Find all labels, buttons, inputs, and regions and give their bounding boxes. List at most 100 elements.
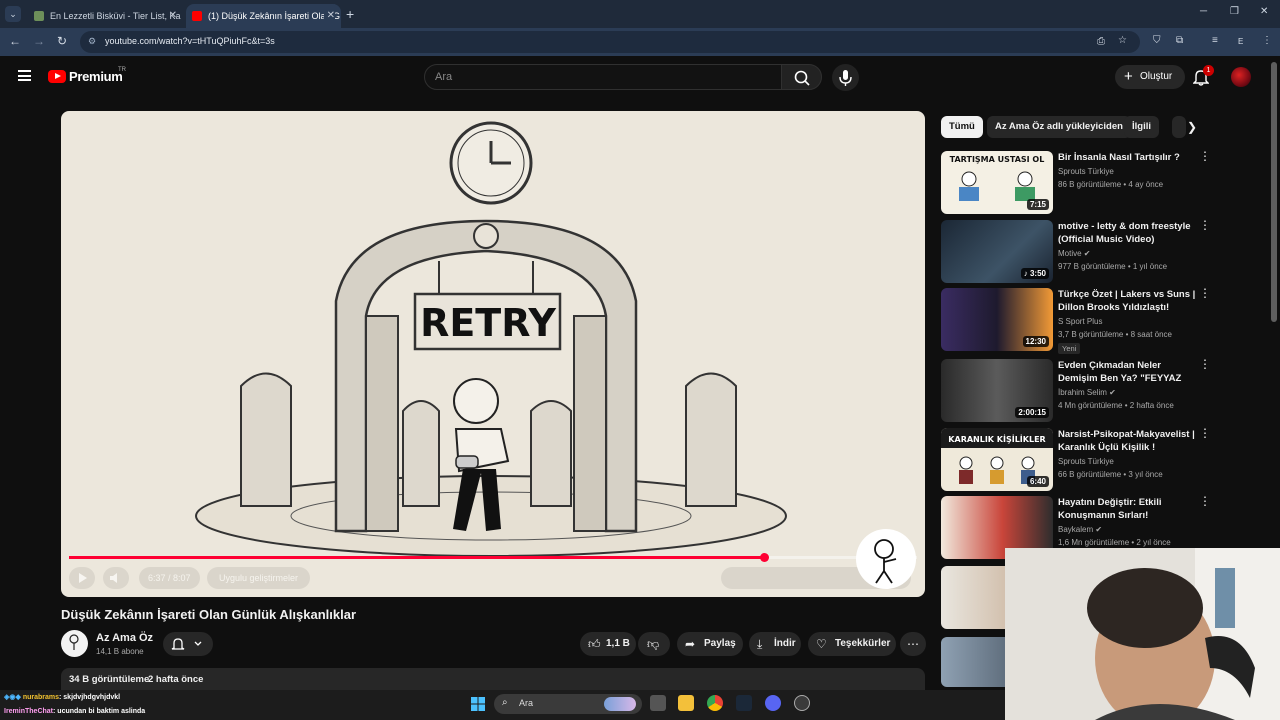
create-label: Oluştur: [1140, 71, 1173, 82]
more-vertical-icon[interactable]: ⋮: [1199, 495, 1211, 507]
like-button[interactable]: 👍︎ 1,1 B: [580, 632, 636, 656]
tab-search-button[interactable]: ⌄: [5, 6, 21, 22]
bookmark-star-icon[interactable]: ☆: [1118, 35, 1127, 46]
restore-icon[interactable]: ❐: [1230, 6, 1239, 17]
progress-played: [69, 556, 765, 559]
rec-title[interactable]: Hayatını Değiştir: Etkili Konuşmanın Sır…: [1058, 496, 1198, 522]
search-button[interactable]: [781, 64, 822, 90]
create-button[interactable]: + Oluştur: [1115, 65, 1185, 89]
minimize-icon[interactable]: ─: [1200, 6, 1207, 17]
close-window-icon[interactable]: ✕: [1260, 6, 1268, 17]
thumbs-up-icon: 👍︎: [588, 637, 601, 651]
chat-badge-icons: ◈◉◆: [4, 694, 21, 701]
chip-all[interactable]: Tümü: [941, 116, 983, 138]
rec-channel[interactable]: S Sport Plus: [1058, 317, 1102, 326]
channel-watermark[interactable]: [856, 529, 916, 589]
download-button[interactable]: ⤓ İndir: [749, 632, 801, 656]
extensions-icon[interactable]: ⧉: [1176, 35, 1183, 46]
rec-channel[interactable]: Baykalem ✔: [1058, 525, 1102, 534]
taskbar-search[interactable]: ⌕ Ara: [494, 694, 642, 714]
search-input[interactable]: [435, 71, 765, 83]
chat-username: IreminTheChat: [4, 708, 54, 715]
more-vertical-icon[interactable]: ⋮: [1199, 427, 1211, 439]
recommendation-item[interactable]: TARTIŞMA USTASI OL 7:15 Bir İnsanla Nası…: [941, 150, 1216, 215]
task-view-icon[interactable]: [650, 695, 666, 711]
video-duration: 6:40: [1026, 476, 1049, 487]
steam-icon[interactable]: [736, 695, 752, 711]
account-avatar[interactable]: [1231, 67, 1251, 87]
channel-avatar[interactable]: [61, 630, 88, 657]
video-thumbnail[interactable]: 2:00:15: [941, 359, 1053, 422]
file-explorer-icon[interactable]: [678, 695, 694, 711]
volume-button[interactable]: [103, 567, 129, 589]
rec-channel[interactable]: İbrahim Selim ✔: [1058, 388, 1116, 397]
rec-title[interactable]: Bir İnsanla Nasıl Tartışılır ?: [1058, 151, 1198, 164]
install-app-icon[interactable]: ⎙: [1097, 36, 1105, 47]
recommendation-item[interactable]: 12:30 Türkçe Özet | Lakers vs Suns | Dil…: [941, 287, 1216, 354]
close-tab-icon[interactable]: ✕: [323, 4, 335, 28]
play-button[interactable]: [69, 567, 95, 589]
video-thumbnail[interactable]: KARANLIK KİŞİLİKLER 6:40: [941, 428, 1053, 491]
app-icon[interactable]: [794, 695, 810, 711]
address-bar[interactable]: ⚙ youtube.com/watch?v=tHTuQPiuhFc&t=3s ⎙…: [80, 31, 1140, 53]
thanks-icon: ♡: [816, 637, 827, 651]
voice-search-button[interactable]: [832, 64, 859, 91]
back-icon[interactable]: ←: [9, 34, 21, 48]
notification-count-badge: 1: [1203, 65, 1214, 76]
recommendation-item[interactable]: KARANLIK KİŞİLİKLER 6:40 Narsist-Psikopa…: [941, 427, 1216, 492]
more-vertical-icon[interactable]: ⋮: [1199, 287, 1211, 299]
close-tab-icon[interactable]: ✕: [169, 4, 177, 28]
chip-overflow[interactable]: [1172, 116, 1186, 138]
reload-icon[interactable]: ↻: [57, 34, 67, 48]
tab-active[interactable]: (1) Düşük Zekânın İşareti Olan G ✕: [186, 4, 341, 28]
more-actions-button[interactable]: ⋯: [900, 632, 926, 656]
chip-from-uploader[interactable]: Az Ama Öz adlı yükleyiciden: [987, 116, 1131, 138]
rec-meta: 4 Mn görüntüleme • 2 hafta önce: [1058, 401, 1174, 410]
page-scrollbar[interactable]: [1271, 62, 1277, 322]
more-vertical-icon[interactable]: ⋮: [1199, 358, 1211, 370]
tab-inactive[interactable]: En Lezzetli Bisküvi - Tier List, Ka ✕: [28, 4, 183, 28]
new-tab-button[interactable]: +: [346, 6, 354, 22]
windows-start-icon[interactable]: [471, 697, 485, 711]
more-vertical-icon[interactable]: ⋮: [1199, 219, 1211, 231]
chip-related[interactable]: İlgili: [1124, 116, 1159, 138]
progress-bar[interactable]: [69, 553, 917, 562]
rec-channel[interactable]: Motive ✔: [1058, 249, 1091, 258]
rec-title[interactable]: Türkçe Özet | Lakers vs Suns | Dillon Br…: [1058, 288, 1198, 314]
rec-channel[interactable]: Sprouts Türkiye: [1058, 167, 1114, 176]
tab-title: (1) Düşük Zekânın İşareti Olan G: [208, 11, 341, 21]
thanks-button[interactable]: ♡ Teşekkürler: [808, 632, 896, 656]
menu-icon[interactable]: [18, 70, 31, 81]
share-icon: ➦: [685, 637, 696, 651]
discord-icon[interactable]: [765, 695, 781, 711]
video-thumbnail[interactable]: ♪ 3:50: [941, 220, 1053, 283]
video-thumbnail[interactable]: 12:30: [941, 288, 1053, 351]
video-thumbnail[interactable]: TARTIŞMA USTASI OL 7:15: [941, 151, 1053, 214]
chrome-icon[interactable]: [707, 695, 723, 711]
rec-channel[interactable]: Sprouts Türkiye: [1058, 457, 1114, 466]
browser-menu-icon[interactable]: ⋮: [1262, 35, 1272, 46]
description-box[interactable]: 34 B görüntüleme 2 hafta önce: [61, 668, 925, 690]
profile-button[interactable]: E: [1238, 37, 1243, 46]
media-control-icon[interactable]: ≡: [1212, 35, 1218, 46]
youtube-logo-icon[interactable]: [48, 70, 66, 83]
recommendation-item[interactable]: 2:00:15 Evden Çıkmadan Neler Demişim Ben…: [941, 358, 1216, 423]
more-vertical-icon[interactable]: ⋮: [1199, 150, 1211, 162]
forward-icon[interactable]: →: [33, 34, 45, 48]
recommendation-item[interactable]: ♪ 3:50 motive - letty & dom freestyle (O…: [941, 219, 1216, 284]
channel-name[interactable]: Az Ama Öz: [96, 632, 153, 644]
site-info-icon[interactable]: ⚙: [88, 36, 96, 47]
share-button[interactable]: ➦ Paylaş: [677, 632, 743, 656]
dislike-button[interactable]: 👎︎: [638, 632, 670, 656]
video-player[interactable]: RETRY 6:37 / 8:07 Uygulu geliştirmeler: [61, 111, 925, 597]
shield-extension-icon[interactable]: ⛉: [1153, 35, 1161, 46]
rec-title[interactable]: Evden Çıkmadan Neler Demişim Ben Ya? "FE…: [1058, 359, 1198, 385]
chevron-right-icon[interactable]: ❯: [1187, 120, 1197, 134]
search-box[interactable]: [424, 64, 782, 90]
subscription-bell-button[interactable]: [163, 632, 213, 656]
chapter-button[interactable]: Uygulu geliştirmeler: [207, 567, 311, 589]
rec-channel-name: İbrahim Selim: [1058, 388, 1107, 397]
youtube-brand[interactable]: Premium: [69, 69, 123, 84]
rec-title[interactable]: motive - letty & dom freestyle (Official…: [1058, 220, 1198, 246]
rec-title[interactable]: Narsist-Psikopat-Makyavelist | Karanlık …: [1058, 428, 1198, 454]
